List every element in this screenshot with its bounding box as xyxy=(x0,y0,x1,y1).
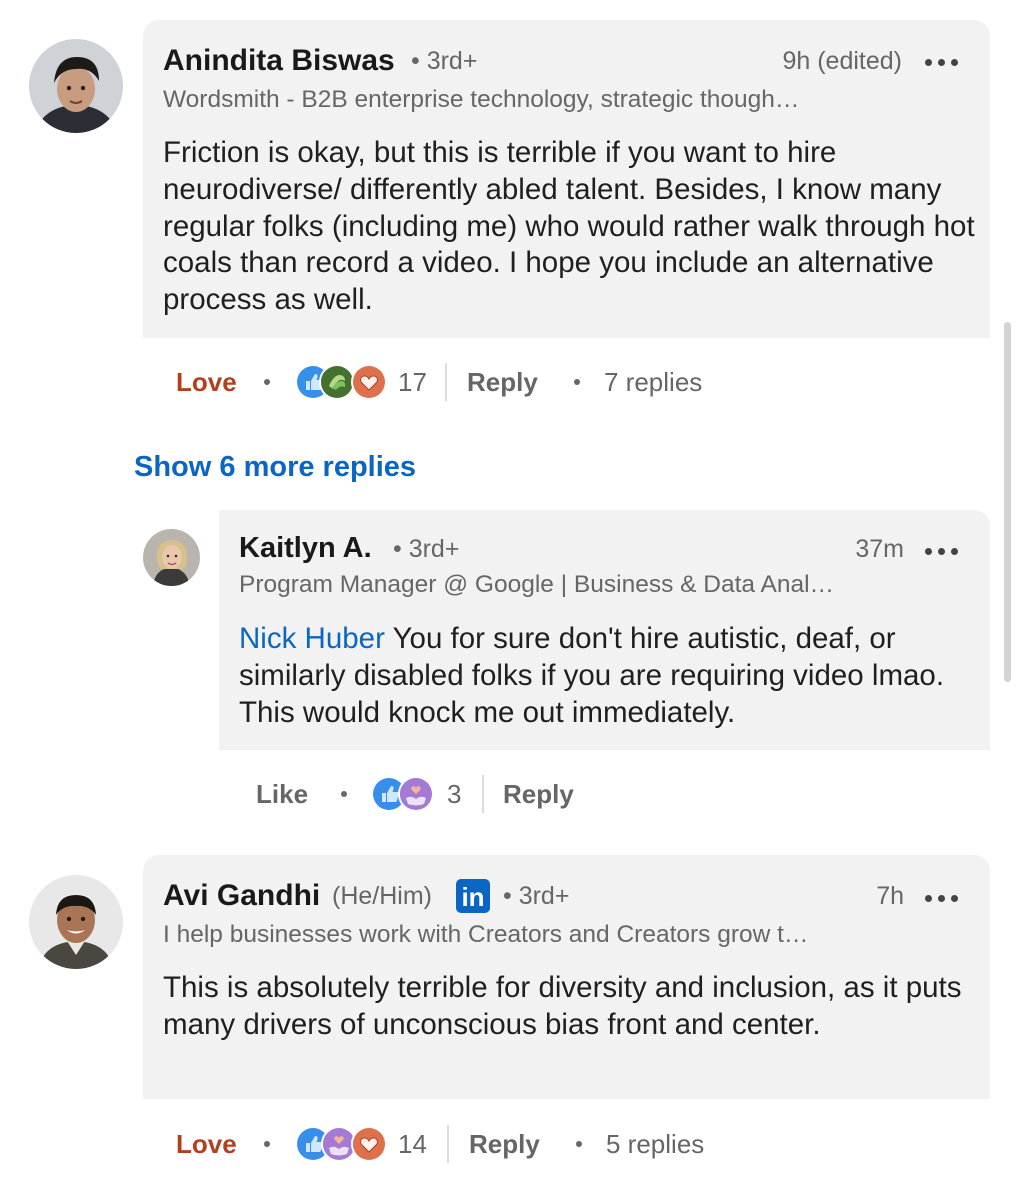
comment-timestamp: 9h (edited) xyxy=(782,47,902,75)
commenter-name[interactable]: Anindita Biswas xyxy=(163,44,395,78)
reaction-summary[interactable] xyxy=(295,1126,395,1164)
avatar[interactable] xyxy=(29,39,123,133)
replies-count-link[interactable]: 7 replies xyxy=(604,367,702,398)
reply-button[interactable]: Reply xyxy=(503,779,574,810)
avatar[interactable] xyxy=(143,529,200,586)
reply-button[interactable]: Reply xyxy=(467,367,538,398)
reaction-summary[interactable] xyxy=(295,364,395,402)
like-button[interactable]: Like xyxy=(256,779,308,810)
comments-feed: Anindita Biswas • 3rd+ 9h (edited) Words… xyxy=(0,0,1018,1200)
reaction-count: 14 xyxy=(398,1129,427,1159)
connection-degree: • 3rd+ xyxy=(503,882,570,910)
comment-text: This is absolutely terrible for diversit… xyxy=(163,971,962,1041)
more-options-icon[interactable] xyxy=(925,57,959,67)
reaction-summary[interactable] xyxy=(371,776,435,814)
pronouns: (He/Him) xyxy=(332,882,432,910)
connection-degree: • 3rd+ xyxy=(393,535,460,563)
reply-author-headline: Program Manager @ Google | Business & Da… xyxy=(239,571,835,598)
separator-dot xyxy=(341,791,347,797)
more-options-icon[interactable] xyxy=(925,546,959,556)
support-icon xyxy=(319,364,355,400)
reply-author-name[interactable]: Kaitlyn A. xyxy=(239,532,372,565)
replies-count-link[interactable]: 5 replies xyxy=(606,1129,704,1160)
divider xyxy=(447,1125,449,1163)
more-options-icon[interactable] xyxy=(925,893,959,903)
show-more-replies-link[interactable]: Show 6 more replies xyxy=(134,451,416,484)
separator-dot xyxy=(264,379,270,385)
reply-timestamp: 37m xyxy=(855,535,904,563)
reply-text: Nick Huber You for sure don't hire autis… xyxy=(239,621,984,731)
divider xyxy=(445,363,447,401)
connection-degree: • 3rd+ xyxy=(411,47,478,75)
reaction-count: 17 xyxy=(398,367,427,397)
reaction-button[interactable]: Love xyxy=(176,367,237,398)
reply-button[interactable]: Reply xyxy=(469,1129,540,1160)
care-icon xyxy=(398,776,434,812)
comment-text: Friction is okay, but this is terrible i… xyxy=(163,136,975,317)
commenter-headline: Wordsmith - B2B enterprise technology, s… xyxy=(163,86,800,113)
commenter-headline: I help businesses work with Creators and… xyxy=(163,921,809,948)
mention-link[interactable]: Nick Huber xyxy=(239,622,385,655)
love-icon xyxy=(351,1126,387,1162)
scrollbar[interactable] xyxy=(1004,322,1011,682)
linkedin-badge-icon: in xyxy=(456,879,490,913)
separator-dot xyxy=(264,1141,270,1147)
reaction-button[interactable]: Love xyxy=(176,1129,237,1160)
separator-dot xyxy=(576,1141,582,1147)
separator-dot xyxy=(574,379,580,385)
comment-timestamp: 7h xyxy=(876,882,904,910)
avatar[interactable] xyxy=(29,875,123,969)
love-icon xyxy=(351,364,387,400)
divider xyxy=(482,775,484,813)
commenter-name[interactable]: Avi Gandhi xyxy=(163,879,320,913)
reaction-count: 3 xyxy=(447,779,462,809)
